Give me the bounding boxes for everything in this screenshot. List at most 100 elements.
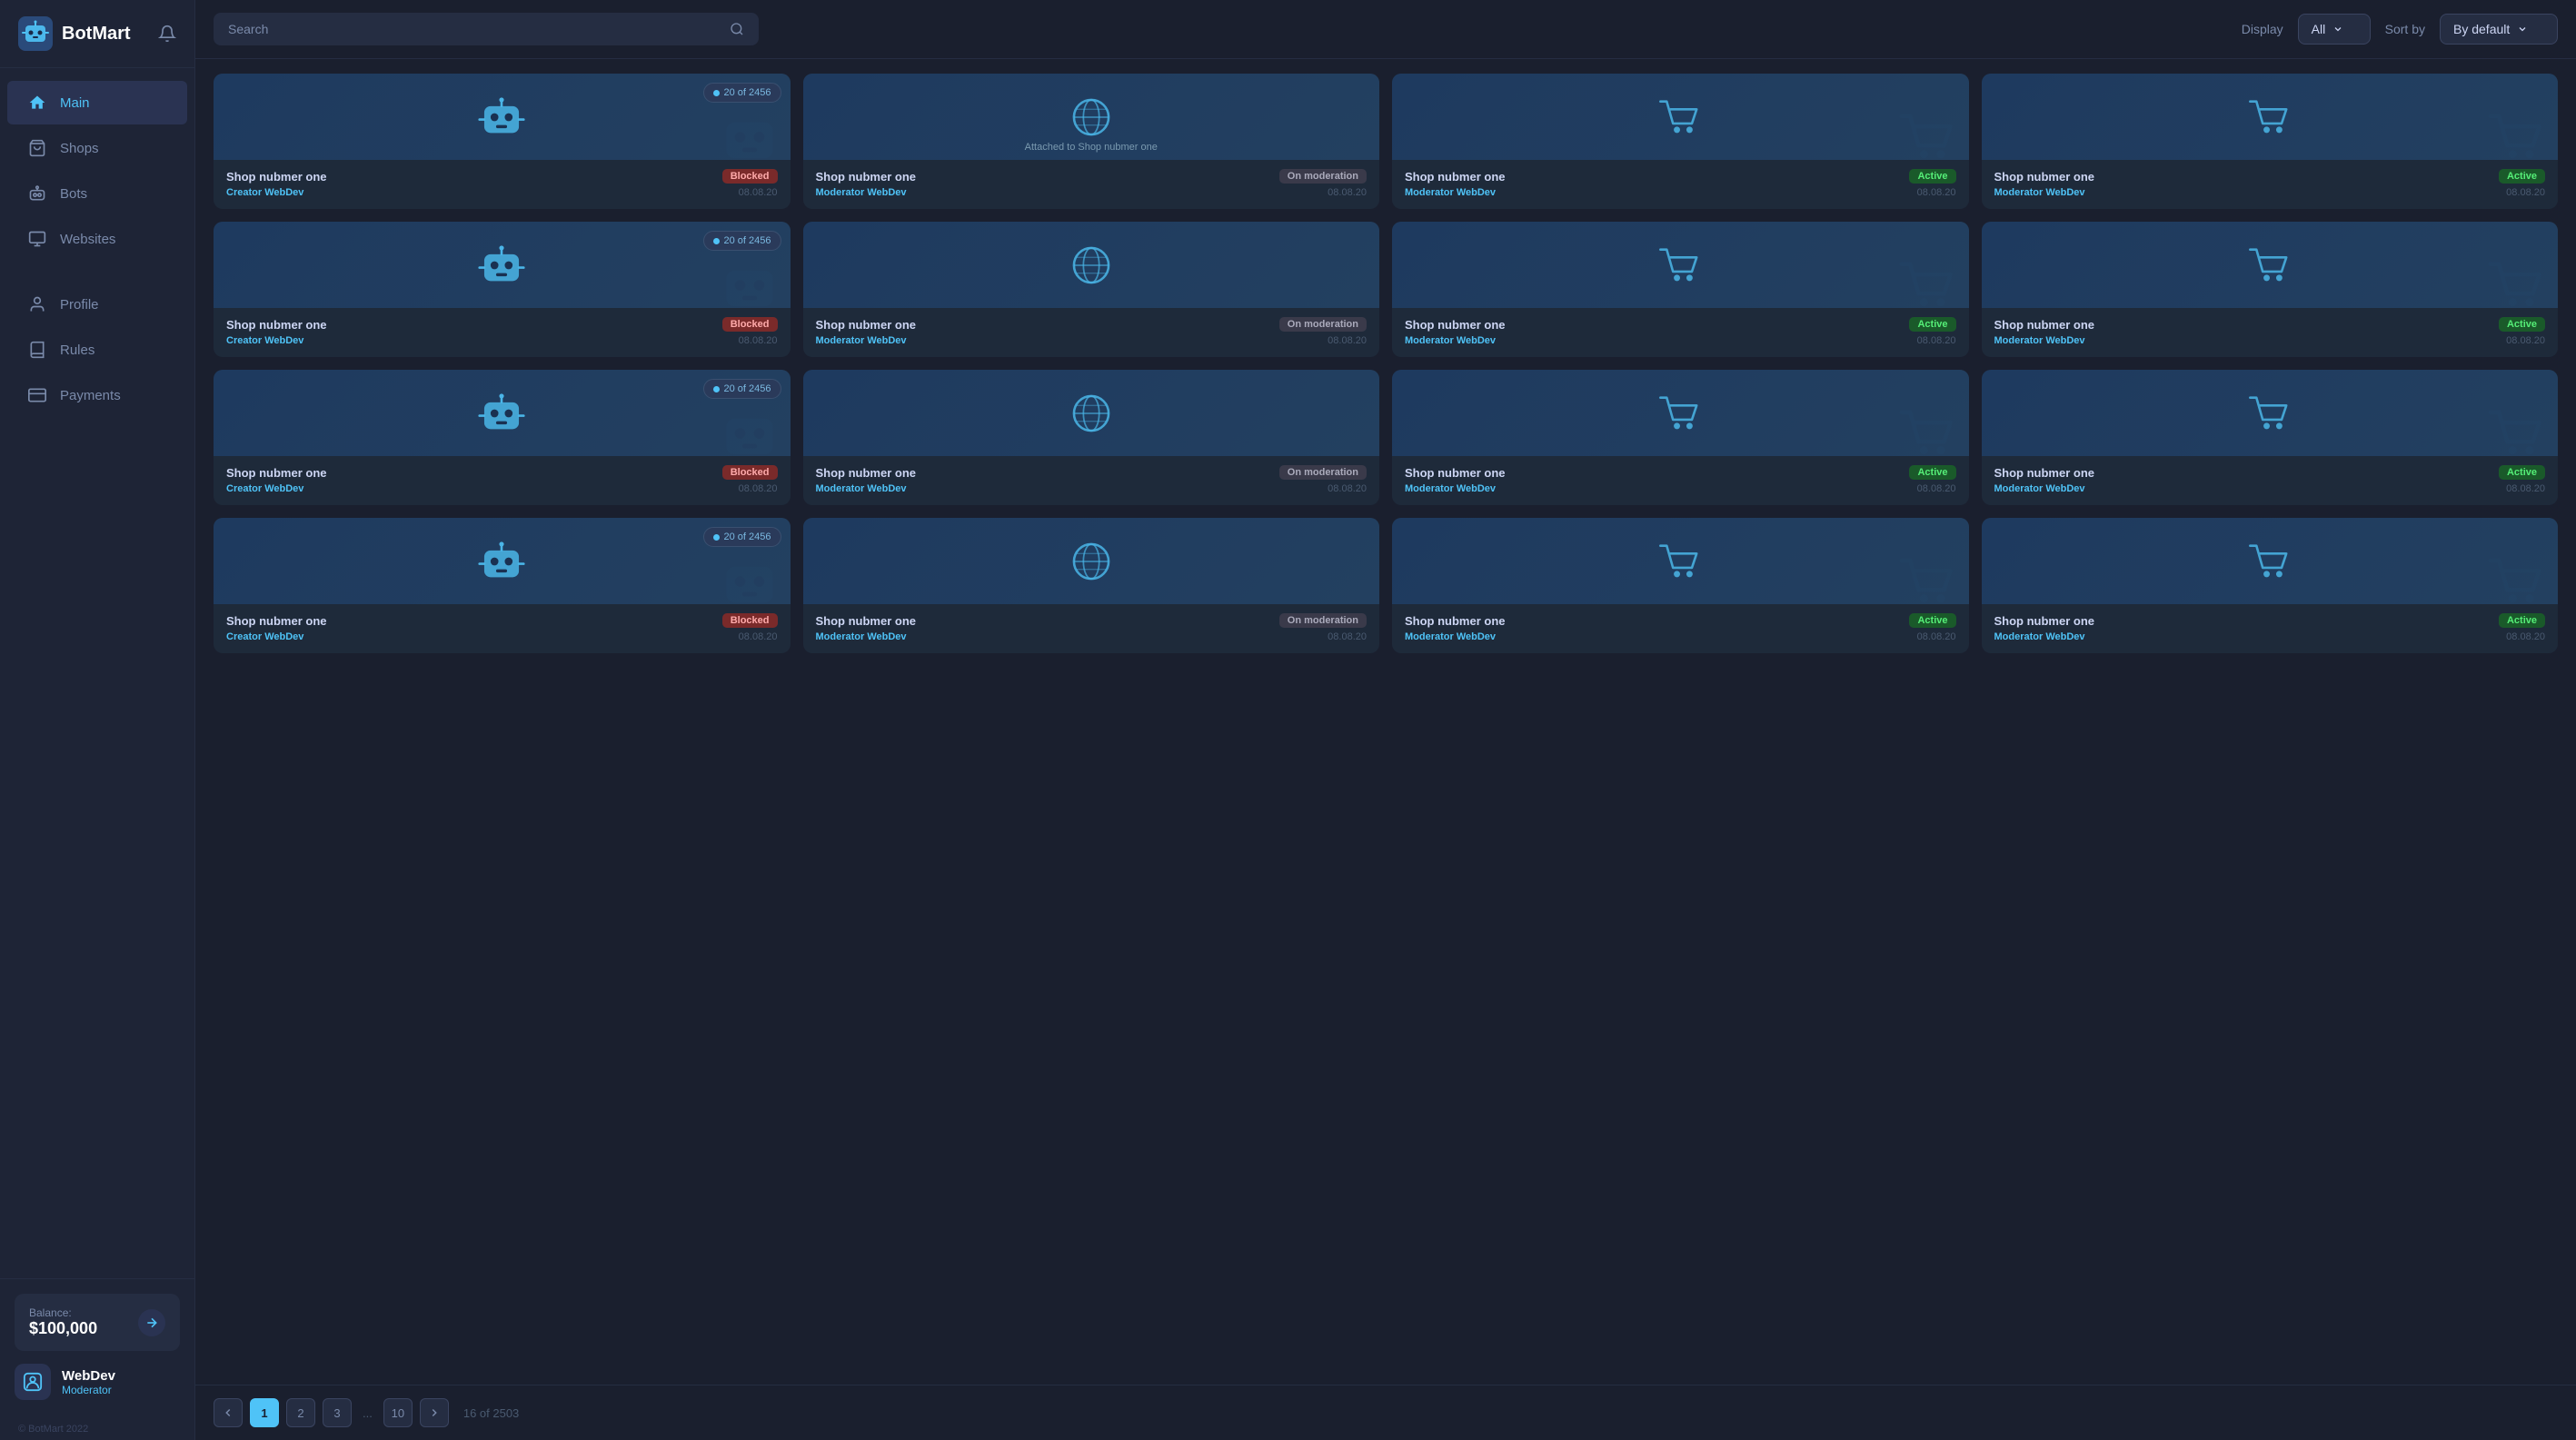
card-date: 08.08.20 <box>739 631 778 642</box>
card-4[interactable]: Shop nubmer one Active Moderator WebDev … <box>1982 74 2559 209</box>
card-info: Shop nubmer one Active Moderator WebDev … <box>1392 604 1969 653</box>
page-btn-2[interactable]: 2 <box>286 1398 315 1427</box>
badge-dot <box>713 534 720 541</box>
page-btn-3[interactable]: 3 <box>323 1398 352 1427</box>
card-title-row: Shop nubmer one Active <box>1405 317 1956 332</box>
card-7[interactable]: Shop nubmer one Active Moderator WebDev … <box>1392 222 1969 357</box>
card-2[interactable]: Attached to Shop nubmer one Shop nubmer … <box>803 74 1380 209</box>
card-creator: Moderator WebDev <box>1994 483 2085 494</box>
card-8[interactable]: Shop nubmer one Active Moderator WebDev … <box>1982 222 2559 357</box>
card-13[interactable]: 20 of 2456 Shop nubmer one Blocked Creat… <box>214 518 791 653</box>
card-image <box>1982 370 2559 456</box>
profile-icon <box>27 294 47 314</box>
card-creator: Moderator WebDev <box>1405 187 1496 198</box>
card-title-row: Shop nubmer one Active <box>1405 613 1956 628</box>
pagination-next[interactable] <box>420 1398 449 1427</box>
sidebar-item-profile[interactable]: Profile <box>7 283 187 326</box>
card-creator: Moderator WebDev <box>1405 335 1496 346</box>
card-image: 20 of 2456 <box>214 370 791 456</box>
sidebar-item-websites[interactable]: Websites <box>7 217 187 261</box>
card-date: 08.08.20 <box>739 187 778 198</box>
sidebar-item-bots[interactable]: Bots <box>7 172 187 215</box>
card-title: Shop nubmer one <box>226 318 327 332</box>
notification-bell[interactable] <box>158 25 176 43</box>
creator-name: WebDev <box>867 631 906 642</box>
page-btn-10[interactable]: 10 <box>383 1398 413 1427</box>
shops-icon <box>27 138 47 158</box>
card-date: 08.08.20 <box>739 483 778 494</box>
payments-icon <box>27 385 47 405</box>
card-5[interactable]: 20 of 2456 Shop nubmer one Blocked Creat… <box>214 222 791 357</box>
bg-cart-icon <box>1896 253 1960 308</box>
card-meta: Moderator WebDev 08.08.20 <box>1405 335 1956 346</box>
card-meta: Creator WebDev 08.08.20 <box>226 631 778 642</box>
search-icon[interactable] <box>730 22 744 36</box>
status-badge: Active <box>1909 613 1955 628</box>
display-select[interactable]: All <box>2298 14 2371 45</box>
balance-label: Balance: <box>29 1306 97 1319</box>
status-badge: Blocked <box>722 465 778 480</box>
bg-cart-icon <box>2485 253 2549 308</box>
card-title-row: Shop nubmer one Active <box>1994 169 2546 184</box>
card-image: 20 of 2456 <box>214 222 791 308</box>
logo-area: BotMart <box>0 0 194 68</box>
card-title: Shop nubmer one <box>1994 318 2095 332</box>
card-9[interactable]: 20 of 2456 Shop nubmer one Blocked Creat… <box>214 370 791 505</box>
card-1[interactable]: 20 of 2456 Shop nubmer one Blocked Creat… <box>214 74 791 209</box>
sidebar-item-shops-label: Shops <box>60 141 99 156</box>
sidebar-item-main[interactable]: Main <box>7 81 187 124</box>
card-6[interactable]: Shop nubmer one On moderation Moderator … <box>803 222 1380 357</box>
card-creator: Moderator WebDev <box>816 335 907 346</box>
cart-icon <box>2246 538 2293 585</box>
card-image <box>1392 370 1969 456</box>
creator-type: Creator <box>226 631 262 642</box>
card-16[interactable]: Shop nubmer one Active Moderator WebDev … <box>1982 518 2559 653</box>
status-badge: Active <box>1909 465 1955 480</box>
search-input[interactable] <box>228 22 721 36</box>
card-10[interactable]: Shop nubmer one On moderation Moderator … <box>803 370 1380 505</box>
card-12[interactable]: Shop nubmer one Active Moderator WebDev … <box>1982 370 2559 505</box>
bg-cart-icon <box>1896 105 1960 160</box>
card-title: Shop nubmer one <box>816 318 917 332</box>
card-3[interactable]: Shop nubmer one Active Moderator WebDev … <box>1392 74 1969 209</box>
sidebar-item-payments-label: Payments <box>60 388 121 403</box>
card-meta: Moderator WebDev 08.08.20 <box>816 631 1368 642</box>
app-name: BotMart <box>62 24 131 45</box>
card-creator: Moderator WebDev <box>816 631 907 642</box>
sidebar-item-main-label: Main <box>60 95 90 111</box>
sidebar-item-rules[interactable]: Rules <box>7 328 187 372</box>
card-image: Attached to Shop nubmer one <box>803 74 1380 160</box>
card-info: Shop nubmer one Active Moderator WebDev … <box>1392 456 1969 505</box>
pagination: 1 2 3 ... 10 16 of 2503 <box>195 1385 2576 1440</box>
pagination-prev[interactable] <box>214 1398 243 1427</box>
sidebar-nav: Main Shops <box>0 68 194 1278</box>
bg-cart-icon <box>2485 550 2549 604</box>
card-image: 20 of 2456 <box>214 74 791 160</box>
cart-icon <box>1656 94 1704 141</box>
creator-type: Moderator <box>816 631 865 642</box>
card-date: 08.08.20 <box>1917 187 1956 198</box>
card-14[interactable]: Shop nubmer one On moderation Moderator … <box>803 518 1380 653</box>
page-btn-1[interactable]: 1 <box>250 1398 279 1427</box>
card-info: Shop nubmer one On moderation Moderator … <box>803 160 1380 209</box>
card-title-row: Shop nubmer one Active <box>1994 317 2546 332</box>
websites-icon <box>27 229 47 249</box>
bg-bot-icon <box>718 550 781 604</box>
balance-arrow-button[interactable] <box>138 1309 165 1336</box>
bot-icon <box>478 94 525 141</box>
card-title-row: Shop nubmer one Active <box>1405 465 1956 480</box>
card-meta: Creator WebDev 08.08.20 <box>226 187 778 198</box>
card-image <box>1982 518 2559 604</box>
sort-label: Sort by <box>2385 22 2425 36</box>
creator-name: WebDev <box>1457 631 1496 642</box>
status-badge: Active <box>1909 317 1955 332</box>
card-title: Shop nubmer one <box>1405 170 1506 184</box>
sidebar-item-shops[interactable]: Shops <box>7 126 187 170</box>
sidebar-item-payments[interactable]: Payments <box>7 373 187 417</box>
card-meta: Moderator WebDev 08.08.20 <box>816 483 1368 494</box>
card-15[interactable]: Shop nubmer one Active Moderator WebDev … <box>1392 518 1969 653</box>
card-11[interactable]: Shop nubmer one Active Moderator WebDev … <box>1392 370 1969 505</box>
card-meta: Moderator WebDev 08.08.20 <box>816 187 1368 198</box>
bot-icon <box>478 538 525 585</box>
sort-select[interactable]: By default <box>2440 14 2558 45</box>
